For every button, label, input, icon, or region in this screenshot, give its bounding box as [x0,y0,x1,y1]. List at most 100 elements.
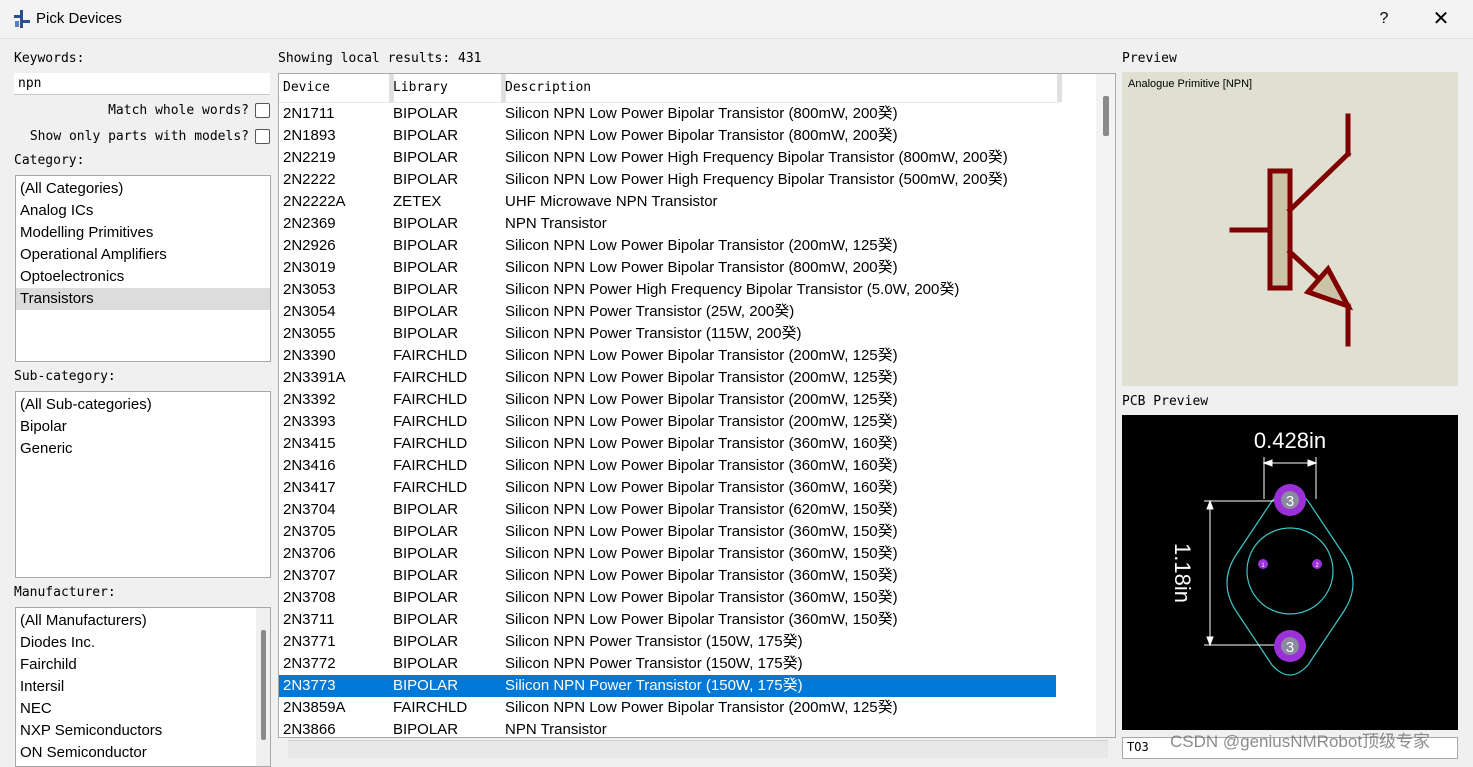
description-cell: UHF Microwave NPN Transistor [505,193,718,210]
table-row[interactable]: 2N3773 BIPOLAR Silicon NPN Power Transisto… [279,675,1056,697]
close-button[interactable]: ✕ [1426,4,1456,34]
subcategory-item[interactable]: Bipolar [16,416,270,438]
manufacturer-scroll-thumb[interactable] [261,630,266,740]
description-cell: Silicon NPN Low Power High Frequency Bip… [505,149,1008,166]
manufacturer-scrollbar[interactable] [256,608,270,766]
library-cell: BIPOLAR [393,303,459,320]
category-item[interactable]: Transistors [16,288,270,310]
match-whole-words-checkbox[interactable] [255,103,270,118]
library-cell: BIPOLAR [393,677,459,694]
show-only-models-label: Show only parts with models? [29,129,249,144]
category-list[interactable]: (All Categories) Analog ICs Modelling Prim… [15,175,271,362]
description-cell: Silicon NPN Low Power Bipolar Transistor… [505,435,898,452]
category-item[interactable]: Modelling Primitives [16,222,270,244]
table-row[interactable]: 2N3859A FAIRCHLD Silicon NPN Low Power Bip… [279,697,1056,719]
subcategory-item[interactable]: Generic [16,438,270,460]
description-cell: Silicon NPN Low Power Bipolar Transistor… [505,479,898,496]
device-cell: 2N2222A [283,193,346,210]
pcb-height-dimension: 1.18in [1170,543,1195,603]
library-cell: FAIRCHLD [393,369,468,386]
category-item[interactable]: Analog ICs [16,200,270,222]
library-cell: BIPOLAR [393,721,459,738]
manufacturer-item[interactable]: ON Semiconductor [16,742,270,764]
table-row[interactable]: 2N3415 FAIRCHLD Silicon NPN Low Power Bipo… [279,433,1056,455]
table-row[interactable]: 2N2222 BIPOLAR Silicon NPN Low Power High … [279,169,1056,191]
npn-transistor-symbol [1229,113,1354,347]
table-row[interactable]: 2N3706 BIPOLAR Silicon NPN Low Power Bipol… [279,543,1056,565]
subcategory-item[interactable]: (All Sub-categories) [16,394,270,416]
table-row[interactable]: 2N2369 BIPOLAR NPN Transistor [279,213,1056,235]
table-row[interactable]: 2N3390 FAIRCHLD Silicon NPN Low Power Bipo… [279,345,1056,367]
column-header-library[interactable]: Library [389,74,448,102]
description-cell: Silicon NPN Low Power Bipolar Transistor… [505,369,898,386]
column-header-description[interactable]: Description [501,74,591,102]
table-row[interactable]: 2N3705 BIPOLAR Silicon NPN Low Power Bipol… [279,521,1056,543]
subcategory-list[interactable]: (All Sub-categories) Bipolar Generic [15,391,271,578]
table-row[interactable]: 2N3417 FAIRCHLD Silicon NPN Low Power Bipo… [279,477,1056,499]
schematic-preview: Analogue Primitive [NPN] [1122,72,1458,386]
device-cell: 2N3705 [283,523,336,540]
manufacturer-item[interactable]: Intersil [16,676,270,698]
table-row[interactable]: 2N3391A FAIRCHLD Silicon NPN Low Power Bip… [279,367,1056,389]
description-cell: Silicon NPN Low Power Bipolar Transistor… [505,545,898,562]
manufacturer-item[interactable]: (All Manufacturers) [16,610,270,632]
table-row[interactable]: 2N3707 BIPOLAR Silicon NPN Low Power Bipol… [279,565,1056,587]
device-cell: 2N3866 [283,721,336,738]
table-row[interactable]: 2N3054 BIPOLAR Silicon NPN Power Transisto… [279,301,1056,323]
results-table[interactable]: Device Library Description 2N1711 BIPOLAR… [278,73,1116,738]
description-cell: Silicon NPN Power High Frequency Bipolar… [505,281,960,298]
table-row[interactable]: 2N3416 FAIRCHLD Silicon NPN Low Power Bipo… [279,455,1056,477]
table-row[interactable]: 2N2222A ZETEX UHF Microwave NPN Transistor [279,191,1056,213]
table-row[interactable]: 2N3708 BIPOLAR Silicon NPN Low Power Bipol… [279,587,1056,609]
table-row[interactable]: 2N3866 BIPOLAR NPN Transistor [279,719,1056,738]
table-row[interactable]: 2N2926 BIPOLAR Silicon NPN Low Power Bipol… [279,235,1056,257]
table-row[interactable]: 2N3393 FAIRCHLD Silicon NPN Low Power Bipo… [279,411,1056,433]
table-row[interactable]: 2N3772 BIPOLAR Silicon NPN Power Transisto… [279,653,1056,675]
device-cell: 2N3704 [283,501,336,518]
table-row[interactable]: 2N3392 FAIRCHLD Silicon NPN Low Power Bipo… [279,389,1056,411]
device-cell: 2N3416 [283,457,336,474]
manufacturer-item[interactable]: NEC [16,698,270,720]
manufacturer-label: Manufacturer: [14,585,116,600]
library-cell: BIPOLAR [393,633,459,650]
description-cell: Silicon NPN Power Transistor (150W, 175癸… [505,677,803,694]
table-row[interactable]: 2N3704 BIPOLAR Silicon NPN Low Power Bipol… [279,499,1056,521]
device-cell: 2N3392 [283,391,336,408]
description-cell: Silicon NPN Low Power Bipolar Transistor… [505,589,898,606]
category-item[interactable]: (All Categories) [16,178,270,200]
manufacturer-item[interactable]: NXP Semiconductors [16,720,270,742]
manufacturer-item[interactable]: Fairchild [16,654,270,676]
table-row[interactable]: 2N3053 BIPOLAR Silicon NPN Power High Freq… [279,279,1056,301]
category-item[interactable]: Operational Amplifiers [16,244,270,266]
window-title: Pick Devices [36,10,122,27]
library-cell: BIPOLAR [393,655,459,672]
description-cell: Silicon NPN Power Transistor (115W, 200癸… [505,325,802,342]
table-row[interactable]: 2N3771 BIPOLAR Silicon NPN Power Transisto… [279,631,1056,653]
show-only-models-checkbox[interactable] [255,129,270,144]
help-button[interactable]: ? [1372,4,1396,34]
pcb-preview: 0.428in 1.18in 3 3 1 2 [1122,415,1458,730]
device-cell: 2N1711 [283,105,335,122]
results-scroll-thumb[interactable] [1103,96,1109,136]
device-cell: 2N3771 [283,633,336,650]
results-scrollbar[interactable] [1096,74,1115,737]
title-bar: Pick Devices ? ✕ [0,0,1473,39]
table-row[interactable]: 2N2219 BIPOLAR Silicon NPN Low Power High … [279,147,1056,169]
package-select-value: TO3 [1127,740,1149,754]
description-cell: Silicon NPN Power Transistor (25W, 200癸) [505,303,795,320]
table-row[interactable]: 2N3055 BIPOLAR Silicon NPN Power Transisto… [279,323,1056,345]
description-cell: Silicon NPN Low Power Bipolar Transistor… [505,127,898,144]
results-header: Device Library Description [279,74,1062,103]
manufacturer-list[interactable]: (All Manufacturers) Diodes Inc. Fairchild I… [15,607,271,767]
device-cell: 2N1893 [283,127,336,144]
table-row[interactable]: 2N1711 BIPOLAR Silicon NPN Low Power Bipol… [279,103,1056,125]
column-header-device[interactable]: Device [279,74,330,102]
library-cell: BIPOLAR [393,523,459,540]
manufacturer-item[interactable]: Diodes Inc. [16,632,270,654]
device-cell: 2N3772 [283,655,336,672]
table-row[interactable]: 2N3019 BIPOLAR Silicon NPN Low Power Bipol… [279,257,1056,279]
category-item[interactable]: Optoelectronics [16,266,270,288]
table-row[interactable]: 2N1893 BIPOLAR Silicon NPN Low Power Bipol… [279,125,1056,147]
table-row[interactable]: 2N3711 BIPOLAR Silicon NPN Low Power Bipol… [279,609,1056,631]
keywords-input[interactable] [14,73,270,95]
